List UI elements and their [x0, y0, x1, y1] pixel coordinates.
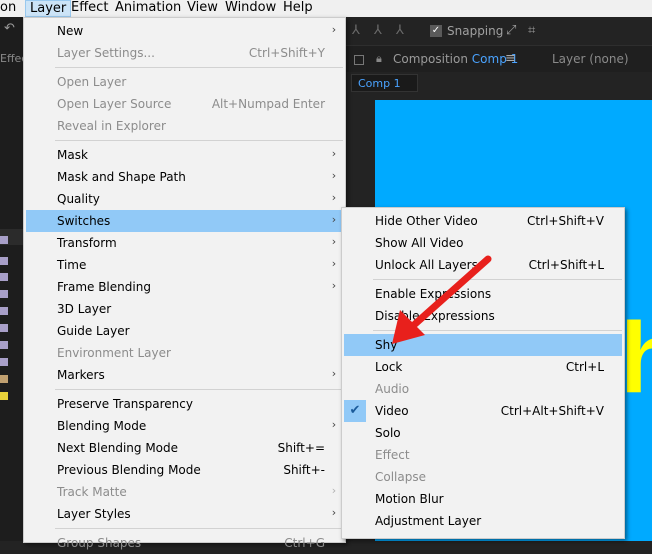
annotation-arrow	[392, 255, 492, 344]
arrow-shaft	[411, 255, 492, 328]
